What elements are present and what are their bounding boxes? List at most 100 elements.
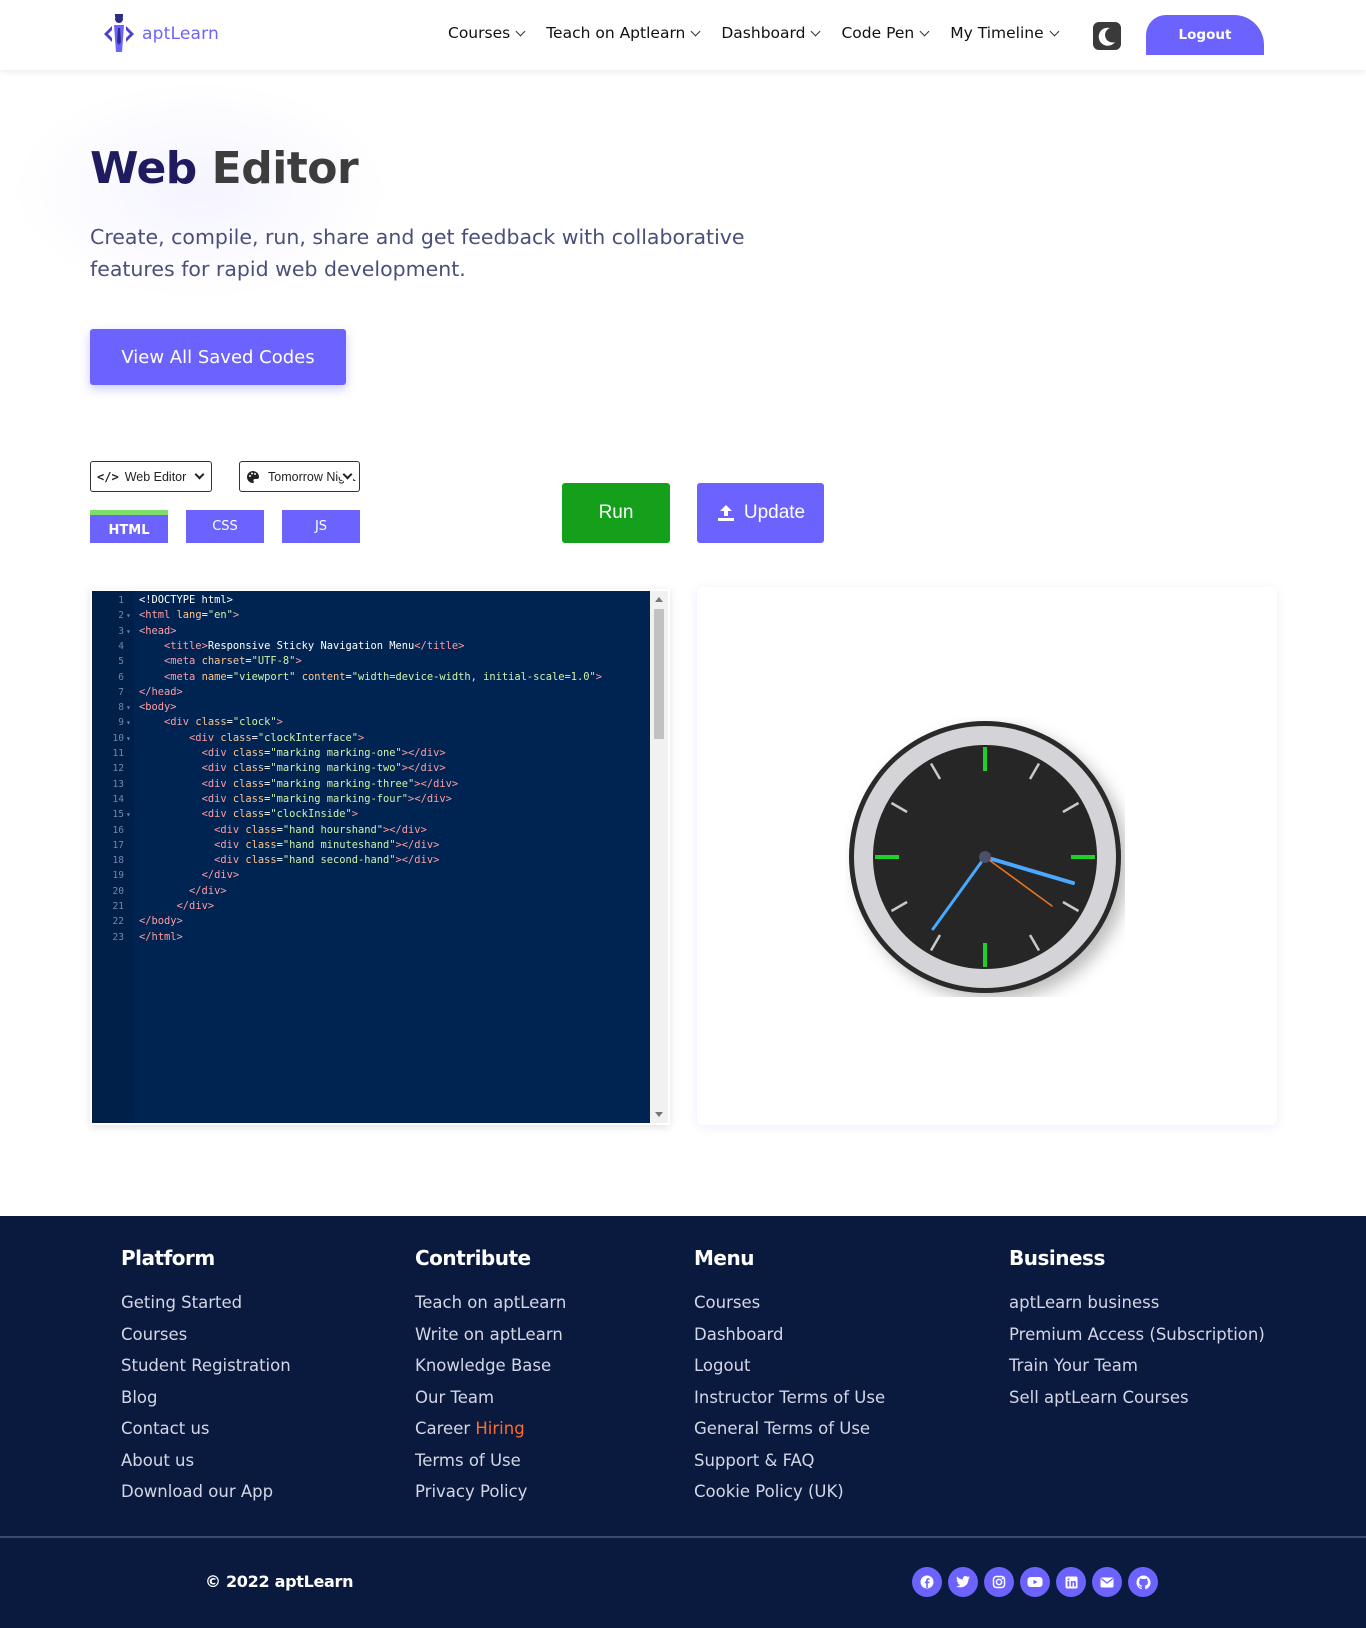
line-number: 2 [118, 610, 124, 622]
code-line[interactable]: 18 <div class="hand second-hand"></div> [92, 853, 648, 868]
footer-link[interactable]: Knowledge Base [415, 1355, 566, 1387]
code-line[interactable]: 5 <meta charset="UTF-8"> [92, 654, 648, 669]
nav-dashboard[interactable]: Dashboard [721, 24, 821, 42]
dark-mode-toggle[interactable] [1093, 22, 1121, 50]
code-text: <meta charset="UTF-8"> [164, 655, 302, 668]
code-line[interactable]: 9 ▾ <div class="clock"> [92, 715, 648, 730]
code-line[interactable]: 2 ▾ <html lang="en"> [92, 608, 648, 623]
footer-link[interactable]: Courses [121, 1324, 291, 1356]
footer-link[interactable]: Our Team [415, 1387, 566, 1419]
footer-link[interactable]: General Terms of Use [694, 1418, 885, 1450]
footer-link[interactable]: Terms of Use [415, 1450, 566, 1482]
logout-button[interactable]: Logout [1146, 15, 1264, 55]
footer-link[interactable]: Courses [694, 1292, 885, 1324]
code-line[interactable]: 1 <!DOCTYPE html> [92, 593, 648, 608]
instagram-icon[interactable] [984, 1567, 1014, 1597]
code-text: <title>Responsive Sticky Navigation Menu… [164, 639, 465, 652]
code-line[interactable]: 20 </div> [92, 884, 648, 899]
footer-link[interactable]: Instructor Terms of Use [694, 1387, 885, 1419]
code-line[interactable]: 12 <div class="marking marking-two"></di… [92, 761, 648, 776]
scrollbar-thumb[interactable] [654, 609, 664, 739]
youtube-icon[interactable] [1020, 1567, 1050, 1597]
code-line[interactable]: 3 ▾ <head> [92, 624, 648, 639]
nav-code-pen[interactable]: Code Pen [841, 24, 930, 42]
line-number: 14 [112, 793, 124, 805]
footer-link[interactable]: Download our App [121, 1481, 291, 1513]
run-button[interactable]: Run [562, 483, 670, 543]
line-number: 6 [118, 671, 124, 683]
footer-link[interactable]: Teach on aptLearn [415, 1292, 566, 1324]
code-line[interactable]: 7 </head> [92, 685, 648, 700]
footer-link[interactable]: Contact us [121, 1418, 291, 1450]
code-text: <div class="clock"> [164, 716, 283, 729]
fold-arrow-icon[interactable]: ▾ [126, 731, 131, 746]
code-line[interactable]: 8 ▾ <body> [92, 700, 648, 715]
code-line[interactable]: 14 <div class="marking marking-four"></d… [92, 792, 648, 807]
footer-link-career[interactable]: Career Hiring [415, 1418, 566, 1450]
nav-my-timeline[interactable]: My Timeline [950, 24, 1060, 42]
tab-html[interactable]: HTML [90, 510, 168, 543]
linkedin-icon[interactable] [1056, 1567, 1086, 1597]
footer-link[interactable]: Premium Access (Subscription) [1009, 1324, 1265, 1356]
fold-arrow-icon[interactable]: ▾ [126, 700, 131, 715]
code-editor[interactable]: 1 <!DOCTYPE html> 2 ▾ <html lang="en"> 3 ▾ <hea… [90, 589, 670, 1125]
tab-css[interactable]: CSS [186, 510, 264, 543]
code-line[interactable]: 4 <title>Responsive Sticky Navigation Me… [92, 639, 648, 654]
code-line[interactable]: 11 <div class="marking marking-one"></di… [92, 746, 648, 761]
code-line[interactable]: 13 <div class="marking marking-three"></… [92, 777, 648, 792]
code-line[interactable]: 6 <meta name="viewport" content="width=d… [92, 670, 648, 685]
scroll-down-arrow-icon[interactable] [655, 1112, 663, 1117]
view-saved-codes-button[interactable]: View All Saved Codes [90, 329, 346, 385]
fold-arrow-icon[interactable]: ▾ [126, 624, 131, 639]
update-button[interactable]: Update [697, 483, 824, 543]
nav-teach[interactable]: Teach on Aptlearn [546, 24, 701, 42]
footer-link[interactable]: Privacy Policy [415, 1481, 566, 1513]
theme-select[interactable]: Tomorrow Night Blue [239, 461, 360, 492]
code-line[interactable]: 17 <div class="hand minuteshand"></div> [92, 838, 648, 853]
code-line[interactable]: 16 <div class="hand hourshand"></div> [92, 823, 648, 838]
fold-arrow-icon[interactable]: ▾ [126, 715, 131, 730]
github-icon[interactable] [1128, 1567, 1158, 1597]
aptlearn-logo[interactable]: aptLearn [100, 12, 219, 56]
code-line[interactable]: 21 </div> [92, 899, 648, 914]
twitter-icon[interactable] [948, 1567, 978, 1597]
code-editor-scrollbar[interactable] [650, 591, 668, 1123]
editor-mode-select[interactable]: </> Web Editor [90, 461, 212, 492]
fold-arrow-icon[interactable]: ▾ [126, 608, 131, 623]
footer-link[interactable]: Geting Started [121, 1292, 291, 1324]
fold-arrow-icon[interactable]: ▾ [126, 807, 131, 822]
title-word-editor: Editor [211, 143, 359, 194]
scroll-up-arrow-icon[interactable] [655, 597, 663, 602]
code-line[interactable]: 22 </body> [92, 914, 648, 929]
line-number: 8 [118, 702, 124, 714]
code-text: <div class="hand hourshand"></div> [214, 823, 427, 836]
footer-link[interactable]: Logout [694, 1355, 885, 1387]
footer-link[interactable]: Dashboard [694, 1324, 885, 1356]
footer-link[interactable]: Student Registration [121, 1355, 291, 1387]
upload-icon [717, 505, 734, 521]
footer-link[interactable]: Blog [121, 1387, 291, 1419]
footer-link[interactable]: Support & FAQ [694, 1450, 885, 1482]
code-line[interactable]: 23 </html> [92, 930, 648, 945]
footer-link[interactable]: aptLearn business [1009, 1292, 1265, 1324]
chevron-down-icon [515, 26, 526, 36]
code-text: <!DOCTYPE html> [139, 594, 233, 606]
social-links [912, 1567, 1158, 1597]
facebook-icon[interactable] [912, 1567, 942, 1597]
line-number: 1 [118, 595, 124, 606]
code-text: <div class="clockInterface"> [189, 731, 365, 744]
code-line[interactable]: 15 ▾ <div class="clockInside"> [92, 807, 648, 822]
footer-link[interactable]: Write on aptLearn [415, 1324, 566, 1356]
footer-divider [0, 1536, 1366, 1538]
nav-courses[interactable]: Courses [448, 24, 526, 42]
tab-js[interactable]: JS [282, 510, 360, 543]
footer-link[interactable]: Cookie Policy (UK) [694, 1481, 885, 1513]
code-line[interactable]: 10 ▾ <div class="clockInterface"> [92, 731, 648, 746]
footer-link[interactable]: Sell aptLearn Courses [1009, 1387, 1265, 1419]
code-editor-text-area[interactable]: 1 <!DOCTYPE html> 2 ▾ <html lang="en"> 3 ▾ <hea… [92, 591, 650, 1123]
footer-link[interactable]: Train Your Team [1009, 1355, 1265, 1387]
footer-link[interactable]: About us [121, 1450, 291, 1482]
code-line[interactable]: 19 </div> [92, 868, 648, 883]
page-title: Web Editor [90, 143, 359, 194]
email-icon[interactable] [1092, 1567, 1122, 1597]
